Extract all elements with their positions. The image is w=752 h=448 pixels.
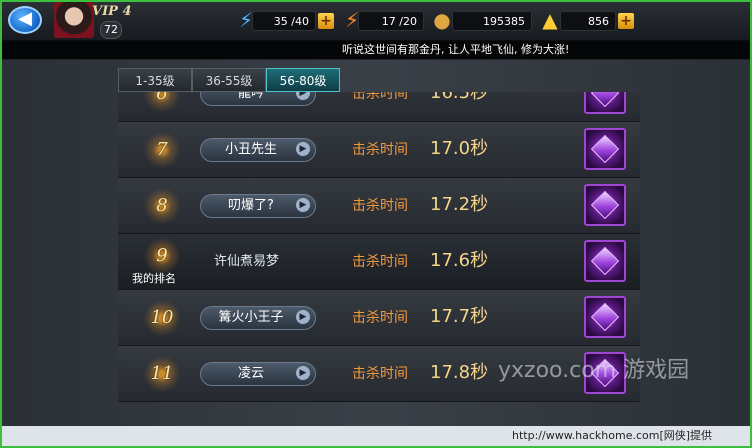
- notice-text: 听说这世间有那金丹, 让人平地飞仙, 修为大涨!: [342, 43, 570, 56]
- player-name: 龍吟: [237, 92, 264, 101]
- energy-value: 35 /40: [252, 11, 316, 31]
- kill-time-value: 17.2秒: [430, 194, 489, 215]
- my-ranking-row: 9 我的排名 许仙煮易梦 击杀时间 17.6秒: [118, 234, 640, 290]
- gold-ingot-icon: ▲: [542, 8, 558, 32]
- chevron-right-icon: ▶: [296, 92, 310, 100]
- ranking-row: 6 龍吟 ▶ 击杀时间 16.5秒: [118, 92, 640, 122]
- player-name-button[interactable]: 龍吟 ▶: [200, 92, 316, 106]
- top-bar: ◀ VIP 4 72 ⚡ 35 /40 + ⚡ 17 /20 ● 195385 …: [2, 2, 750, 41]
- kill-time-value: 17.6秒: [430, 250, 489, 271]
- footer-credit: http://www.hackhome.com[网侠]提供: [512, 429, 713, 442]
- rank-number: 11: [142, 354, 182, 394]
- reward-gem-icon[interactable]: [584, 296, 626, 338]
- watermark: yxzoo.com 游戏园: [498, 358, 690, 383]
- reward-gem-icon[interactable]: [584, 184, 626, 226]
- coin-icon: ●: [433, 8, 451, 32]
- gold-plus-icon[interactable]: +: [618, 13, 634, 29]
- reward-gem-icon[interactable]: [584, 240, 626, 282]
- rank-number: 6: [142, 92, 182, 114]
- tab-56-80[interactable]: 56-80级: [266, 68, 340, 92]
- kill-time-label: 击杀时间: [352, 254, 408, 270]
- rank-number: 8: [142, 186, 182, 226]
- ranking-row: 10 篝火小王子 ▶ 击杀时间 17.7秒: [118, 290, 640, 346]
- vip-badge: VIP 4: [92, 4, 132, 19]
- kill-time-value: 17.8秒: [430, 362, 489, 383]
- kill-time-value: 17.7秒: [430, 306, 489, 327]
- notice-bar: 听说这世间有那金丹, 让人平地飞仙, 修为大涨!: [2, 41, 750, 59]
- player-name: 小丑先生: [224, 142, 277, 157]
- kill-time-label: 击杀时间: [352, 92, 408, 102]
- game-screen: ◀ VIP 4 72 ⚡ 35 /40 + ⚡ 17 /20 ● 195385 …: [0, 0, 752, 448]
- coins-value: 195385: [452, 11, 532, 31]
- player-name: 许仙煮易梦: [214, 254, 280, 269]
- kill-time-label: 击杀时间: [352, 366, 408, 382]
- kill-time-value: 17.0秒: [430, 138, 489, 159]
- kill-time-label: 击杀时间: [352, 142, 408, 158]
- ranking-row: 8 叨爆了? ▶ 击杀时间 17.2秒: [118, 178, 640, 234]
- player-level: 72: [100, 21, 122, 39]
- back-arrow-icon[interactable]: ◀: [8, 6, 42, 34]
- energy-plus-icon[interactable]: +: [318, 13, 334, 29]
- gold-value: 856: [560, 11, 616, 31]
- rank-number: 7: [142, 130, 182, 170]
- player-name: 凌云: [237, 366, 264, 381]
- ranking-row: 7 小丑先生 ▶ 击杀时间 17.0秒: [118, 122, 640, 178]
- chevron-right-icon: ▶: [296, 310, 310, 324]
- kill-time-label: 击杀时间: [352, 310, 408, 326]
- kill-time-label: 击杀时间: [352, 198, 408, 214]
- chevron-right-icon: ▶: [296, 198, 310, 212]
- my-rank-label: 我的排名: [132, 272, 176, 285]
- kill-time-value: 16.5秒: [430, 92, 489, 103]
- player-name-button[interactable]: 小丑先生 ▶: [200, 138, 316, 162]
- player-name: 篝火小王子: [218, 310, 284, 325]
- reward-gem-icon[interactable]: [584, 128, 626, 170]
- tab-36-55[interactable]: 36-55级: [192, 68, 266, 92]
- player-name-button[interactable]: 篝火小王子 ▶: [200, 306, 316, 330]
- reward-gem-icon[interactable]: [584, 92, 626, 114]
- rank-number: 10: [142, 298, 182, 338]
- tab-1-35[interactable]: 1-35级: [118, 68, 192, 92]
- chevron-right-icon: ▶: [296, 366, 310, 380]
- player-name-button[interactable]: 叨爆了? ▶: [200, 194, 316, 218]
- player-name-button[interactable]: 凌云 ▶: [200, 362, 316, 386]
- ranking-panel: 1-35级 36-55级 56-80级 6 龍吟 ▶ 击杀时间 16.5秒 7 小…: [2, 60, 750, 446]
- stamina-value: 17 /20: [358, 11, 424, 31]
- player-name: 叨爆了?: [228, 198, 274, 213]
- avatar[interactable]: [54, 2, 94, 38]
- chevron-right-icon: ▶: [296, 142, 310, 156]
